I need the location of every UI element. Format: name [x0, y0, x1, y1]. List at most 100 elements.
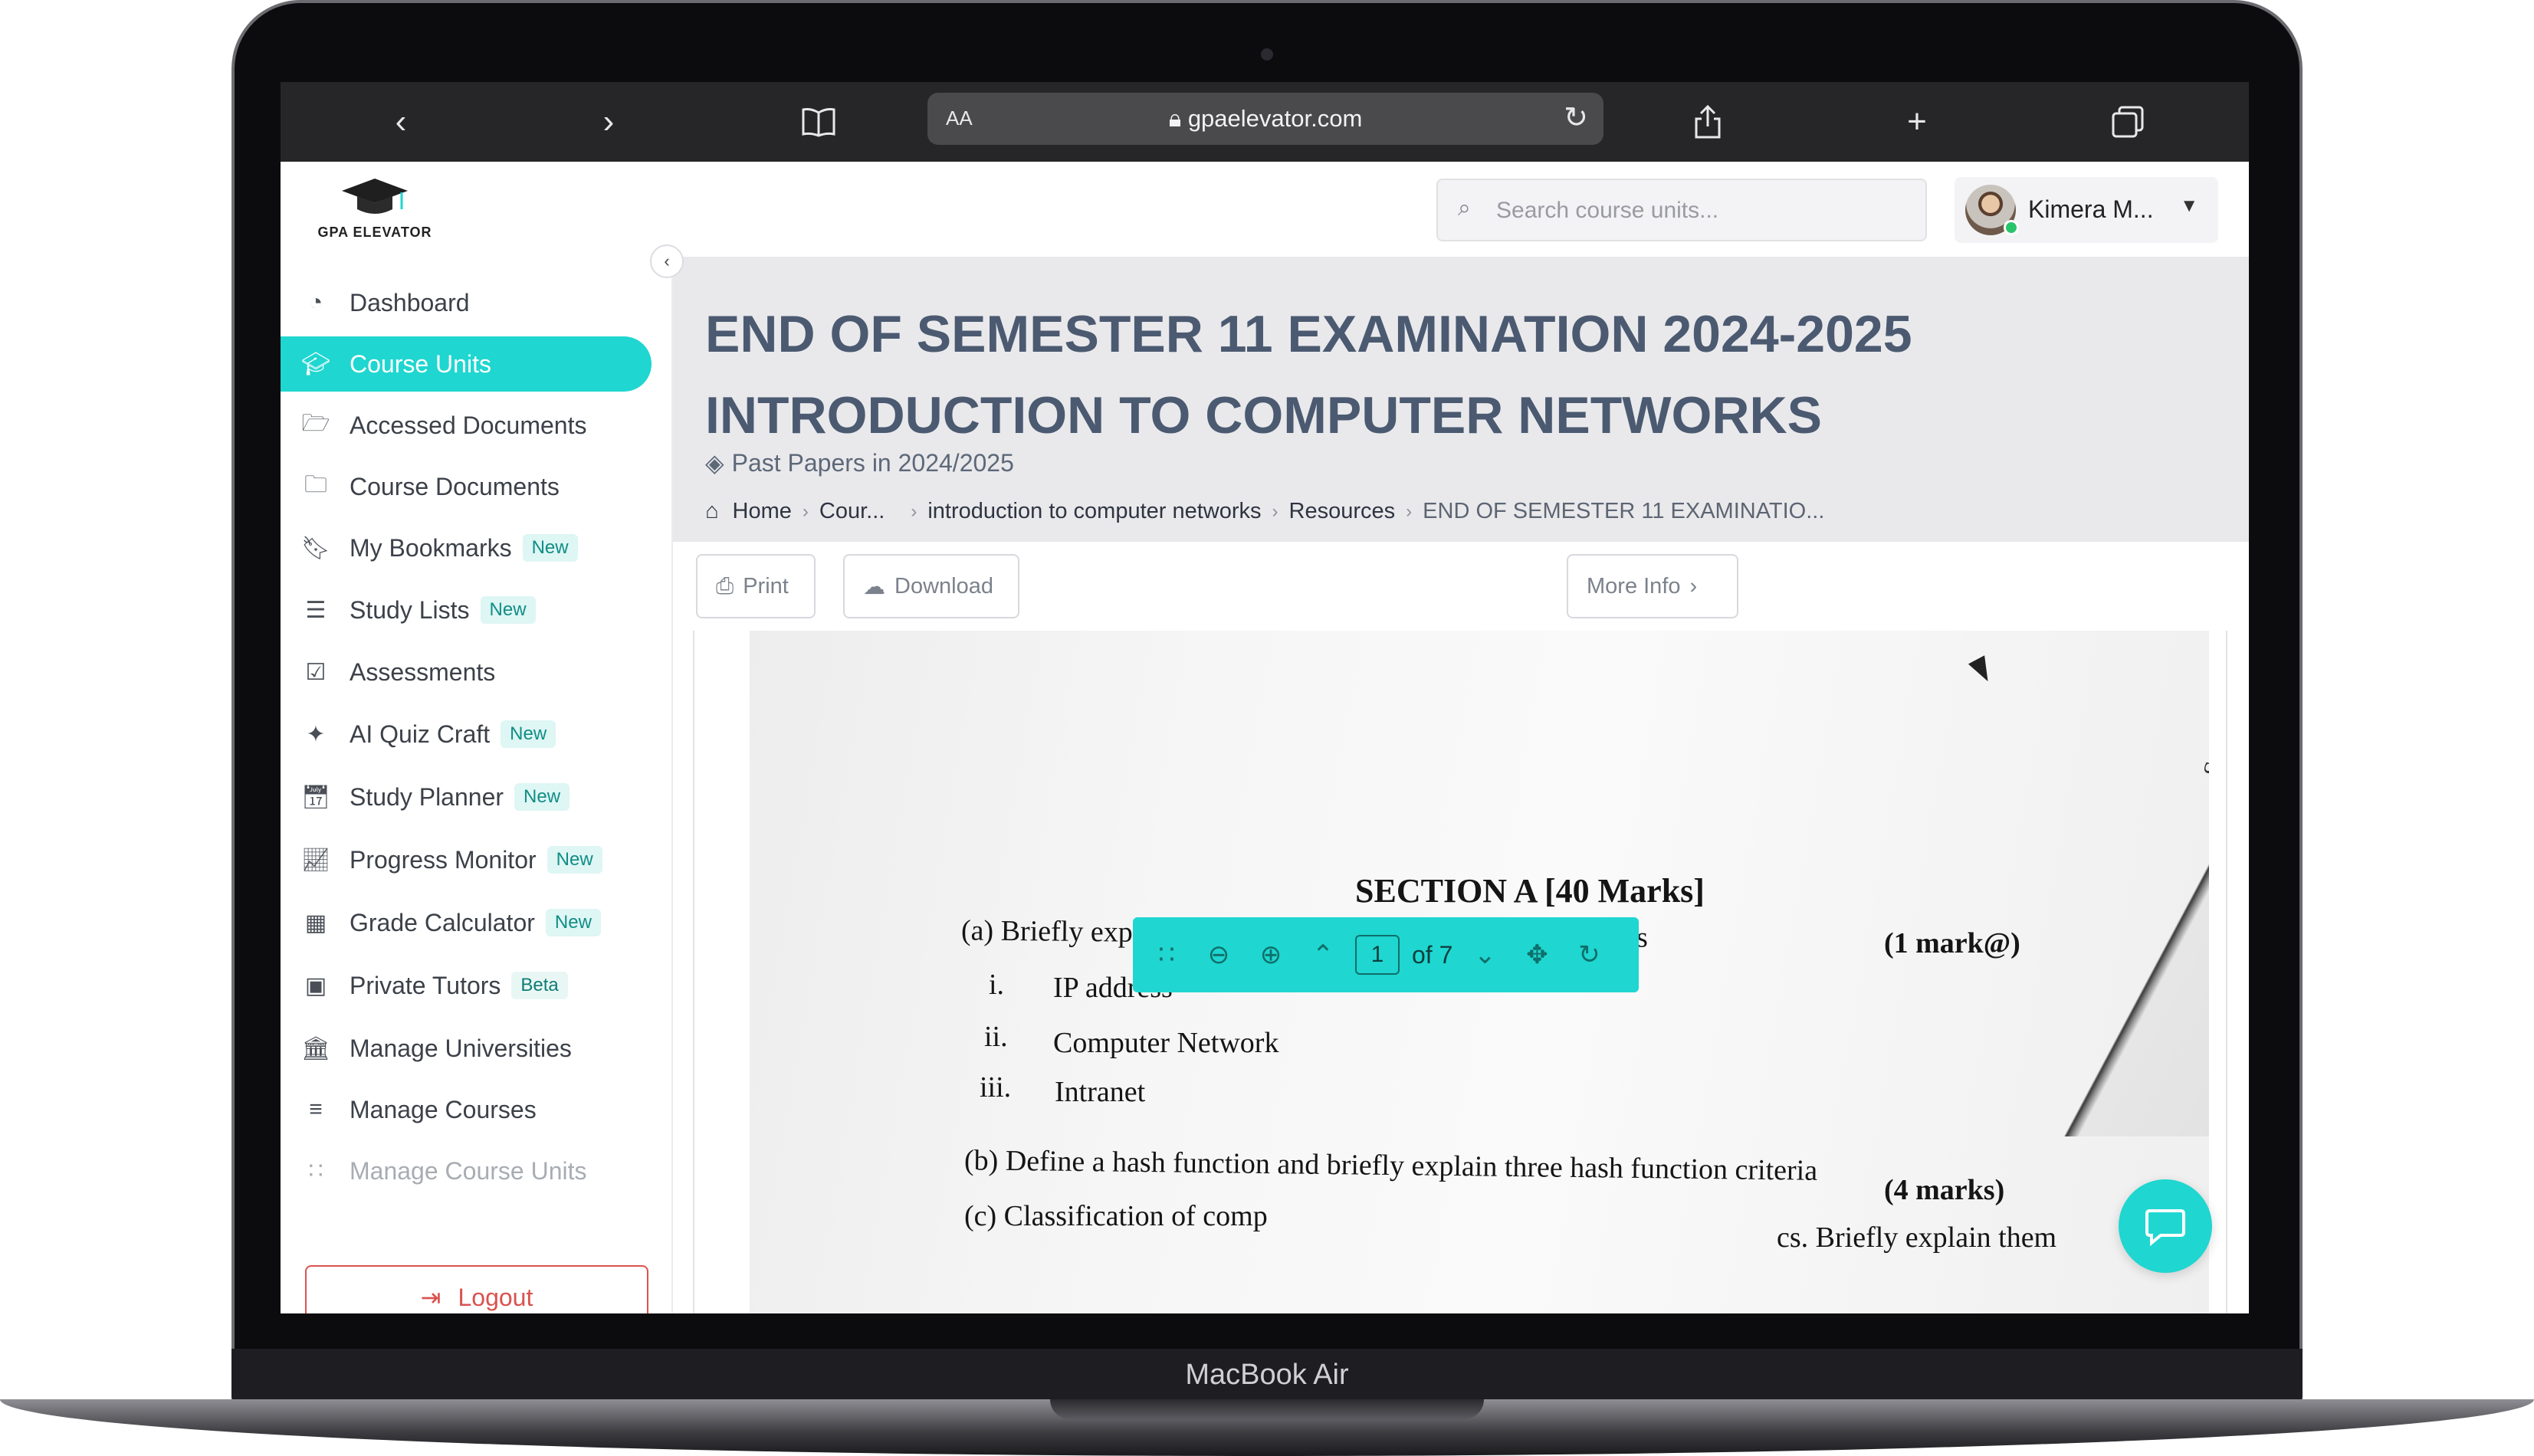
sidebar-item-manage-courses[interactable]: ≡ Manage Courses [281, 1082, 652, 1137]
sidebar-item-progress-monitor[interactable]: 📈︎ Progress Monitor New [281, 832, 652, 887]
back-icon[interactable]: ‹ [378, 99, 424, 145]
zoom-out-icon[interactable]: ⊖ [1199, 940, 1239, 970]
laptop-hinge [1050, 1399, 1484, 1419]
printer-icon: ⎙ [716, 573, 734, 598]
logout-button[interactable]: ⇥ Logout [305, 1265, 648, 1313]
breadcrumb: ⌂ Home › Cour... › introduction to compu… [705, 499, 1824, 524]
move-icon[interactable]: ✥ [1517, 940, 1557, 970]
bookmarks-icon[interactable] [796, 99, 842, 145]
grid-icon: ∷ [308, 1158, 323, 1184]
breadcrumb-home[interactable]: Home [733, 499, 792, 524]
breadcrumb-course-unit[interactable]: introduction to computer networks [927, 499, 1261, 524]
chevron-down-icon[interactable]: ⌄ [1465, 940, 1505, 970]
logout-icon: ⇥ [420, 1284, 441, 1311]
sidebar-item-label: Accessed Documents [350, 411, 587, 439]
download-label: Download [894, 573, 993, 598]
new-badge: New [547, 846, 602, 874]
logout-label: Logout [458, 1283, 533, 1311]
search-input[interactable] [1496, 195, 1910, 226]
app-header: GPA ELEVATOR ⌕ Kimera M... ▼ [281, 162, 2249, 257]
breadcrumb-resources[interactable]: Resources [1289, 499, 1396, 524]
question-c-end: cs. Briefly explain them [1777, 1222, 2057, 1254]
graduation-cap-logo-icon [342, 179, 408, 214]
sidebar-item-label: Manage Courses [350, 1095, 537, 1123]
logo[interactable]: GPA ELEVATOR [317, 175, 432, 244]
sidebar-item-manage-universities[interactable]: 🏛︎ Manage Universities [281, 1021, 652, 1076]
document-category: ◈ Past Papers in 2024/2025 [705, 448, 1014, 477]
sidebar-item-label: Private Tutors [350, 971, 501, 999]
camera-icon [1261, 48, 1273, 61]
cloud-download-icon: ☁ [863, 574, 885, 599]
new-badge: New [514, 783, 570, 811]
caret-down-icon[interactable]: ▼ [2180, 195, 2198, 217]
print-label: Print [743, 573, 789, 598]
sidebar-item-assessments[interactable]: ☑ Assessments [281, 644, 652, 700]
sidebar-item-private-tutors[interactable]: ▣ Private Tutors Beta [281, 958, 652, 1013]
sidebar-item-label: AI Quiz Craft [350, 720, 491, 748]
sidebar-item-manage-course-units[interactable]: ∷ Manage Course Units [281, 1143, 652, 1199]
share-icon[interactable] [1685, 99, 1731, 145]
main-content: END OF SEMESTER 11 EXAMINATION 2024-2025… [673, 257, 2249, 1313]
term-number: i. [989, 969, 1005, 1001]
tabs-icon-svg [2112, 106, 2144, 138]
sidebar: ◔ Dashboard 🎓︎ Course Units 🗁︎ Accessed … [281, 257, 673, 1313]
sidebar-item-label: Manage Course Units [350, 1156, 587, 1185]
url-text: gpaelevator.com [1187, 105, 1363, 132]
chevron-right-icon: › [802, 500, 809, 522]
sidebar-item-label: Study Lists [350, 595, 470, 624]
line-chart-icon: 📈︎ [300, 847, 331, 873]
sidebar-item-course-units[interactable]: 🎓︎ Course Units [281, 336, 652, 392]
page-title-line-1: END OF SEMESTER 11 EXAMINATION 2024-2025 [705, 305, 1912, 363]
sidebar-item-my-bookmarks[interactable]: 🔖︎ My Bookmarks New [281, 520, 652, 576]
sidebar-item-label: Grade Calculator [350, 908, 535, 936]
list-icon: ≡ [309, 1097, 323, 1122]
search-box[interactable]: ⌕ [1436, 179, 1927, 241]
sidebar-item-study-planner[interactable]: 📅︎ Study Planner New [281, 769, 652, 825]
new-badge: New [545, 909, 601, 936]
chat-button[interactable] [2119, 1179, 2212, 1273]
tag-icon: ◈ [705, 449, 724, 477]
calendar-icon: 📅︎ [300, 784, 331, 810]
rotate-icon[interactable]: ↻ [1569, 940, 1609, 970]
lock-icon: 🔒︎ [1168, 105, 1188, 132]
new-tab-icon[interactable]: + [1894, 99, 1940, 145]
new-badge: New [522, 534, 578, 562]
folder-icon: 🗀︎ [304, 471, 327, 497]
user-menu[interactable]: Kimera M... ▼ [1955, 177, 2218, 243]
breadcrumb-courses[interactable]: Cour... [819, 499, 885, 524]
share-icon-svg [1695, 104, 1721, 139]
sidebar-collapse-button[interactable]: ‹ [650, 244, 684, 278]
sidebar-item-ai-quiz-craft[interactable]: ✦ AI Quiz Craft New [281, 707, 652, 762]
calculator-icon: ▦ [304, 910, 327, 936]
pdf-control-bar: ∷ ⊖ ⊕ ⌃ of 7 ⌄ ✥ ↻ [1133, 917, 1639, 992]
sidebar-item-label: Assessments [350, 657, 496, 686]
sidebar-item-label: Progress Monitor [350, 845, 537, 874]
document-toolbar: ⎙ Print ☁ Download More Info › [673, 542, 2249, 631]
tabs-icon[interactable] [2105, 99, 2151, 145]
sidebar-item-course-documents[interactable]: 🗀︎ Course Documents [281, 459, 652, 514]
term-number: iii. [980, 1071, 1012, 1103]
user-name: Kimera M... [2028, 195, 2154, 223]
sidebar-item-study-lists[interactable]: ☰ Study Lists New [281, 582, 652, 638]
zoom-in-icon[interactable]: ⊕ [1251, 940, 1291, 970]
sidebar-item-dashboard[interactable]: ◔ Dashboard [281, 275, 652, 330]
question-c-start: (c) Classification of comp [964, 1200, 1268, 1232]
address-bar[interactable]: AA 🔒︎ gpaelevator.com ↻ [927, 93, 1603, 145]
term-number: ii. [984, 1021, 1008, 1053]
sidebar-item-accessed-documents[interactable]: 🗁︎ Accessed Documents [281, 398, 652, 453]
browser-toolbar: ‹ › AA 🔒︎ gpaelevator.com ↻ + [281, 82, 2249, 162]
chevron-right-icon: › [1406, 500, 1413, 522]
logo-text: GPA ELEVATOR [317, 225, 432, 240]
url-display: 🔒︎ gpaelevator.com [927, 105, 1603, 133]
print-button[interactable]: ⎙ Print [696, 554, 816, 618]
beta-badge: Beta [511, 972, 568, 999]
reload-icon[interactable]: ↻ [1564, 100, 1588, 135]
forward-icon[interactable]: › [586, 99, 632, 145]
drag-handle-icon[interactable]: ∷ [1147, 940, 1187, 970]
chevron-up-icon[interactable]: ⌃ [1303, 940, 1343, 970]
more-info-button[interactable]: More Info › [1567, 554, 1738, 618]
online-status-icon [2004, 220, 2019, 235]
download-button[interactable]: ☁ Download [843, 554, 1019, 618]
page-number-input[interactable] [1355, 935, 1400, 975]
sidebar-item-grade-calculator[interactable]: ▦ Grade Calculator New [281, 895, 652, 950]
